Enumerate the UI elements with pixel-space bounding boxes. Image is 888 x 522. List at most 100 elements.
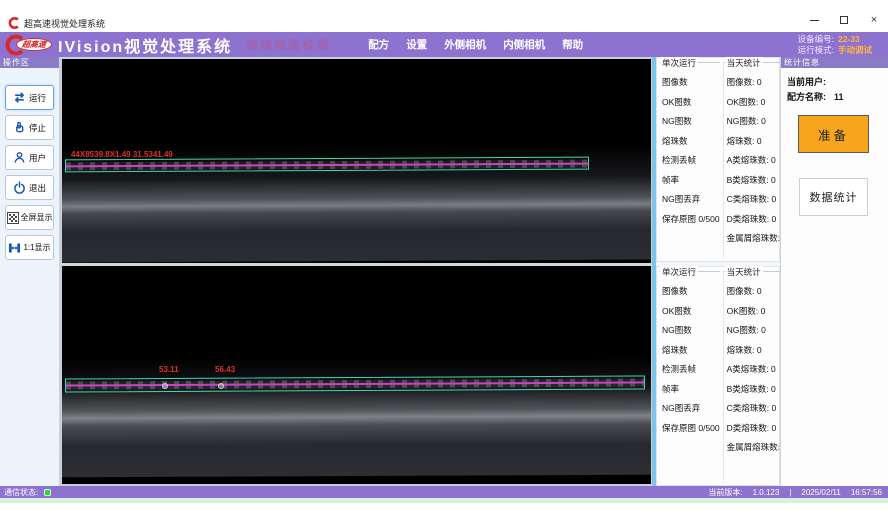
menu-outer-camera[interactable]: 外侧相机	[444, 37, 486, 52]
status-separator: |	[789, 488, 791, 497]
stat-row: B类熔珠数: 0	[724, 380, 787, 400]
version-label: 当前版本:	[708, 487, 742, 498]
stat-row: NG图数: 0	[724, 321, 787, 341]
stat-row: B类熔珠数: 0	[724, 171, 787, 191]
exit-button[interactable]: 退出	[5, 175, 54, 200]
version-value: 1.0.123	[753, 488, 780, 497]
close-button[interactable]: ×	[866, 13, 882, 27]
menu-help[interactable]: 帮助	[562, 37, 583, 52]
brand-badge: 超高速	[16, 38, 52, 51]
stat-row: A类熔珠数: 0	[724, 360, 787, 380]
stat-row: OK图数: 0	[724, 93, 787, 113]
bottom-edge-strip	[0, 498, 888, 503]
stat-row: A类熔珠数: 0	[724, 151, 787, 171]
maximize-button[interactable]	[836, 13, 852, 27]
one-to-one-icon	[8, 242, 21, 254]
stat-row: 熔珠数: 0	[724, 132, 787, 152]
single-run-group-top: 单次运行 图像数OK图数NG图数熔珠数检测丢帧帧率NG图丢弃保存原图 0/500	[659, 62, 720, 259]
point-label-1: 53.11	[159, 365, 179, 374]
today-stats-title: 当天统计	[725, 266, 763, 278]
stat-row: OK图数: 0	[724, 302, 787, 322]
current-user-label: 当前用户:	[787, 75, 826, 90]
run-button[interactable]: 运行	[5, 85, 54, 110]
device-id-value: 22-33	[838, 34, 880, 45]
operation-sidebar: 操作区 运行 停止 用户 退出 全屏显示	[0, 57, 60, 486]
one-to-one-button[interactable]: 1:1显示	[5, 235, 54, 260]
stat-row: 金属屑熔珠数: 0	[724, 229, 787, 249]
fullscreen-button[interactable]: 全屏显示	[5, 205, 54, 230]
window-titlebar: 超高速视觉处理系统 ×	[0, 0, 888, 32]
prepare-button[interactable]: 准备	[798, 115, 869, 153]
weld-strip-image-bottom	[62, 357, 651, 478]
today-stats-group-top: 当天统计 图像数: 0OK图数: 0NG图数: 0熔珠数: 0A类熔珠数: 0B…	[723, 62, 787, 259]
stat-row: C类熔珠数: 0	[724, 399, 787, 419]
minimize-button[interactable]	[806, 13, 822, 27]
stat-row: 金属屑熔珠数: 0	[724, 438, 787, 458]
app-window: 超高速视觉处理系统 × 超高速 IVision视觉处理系统 熔珠端面检测 配方 …	[0, 0, 888, 522]
menu-settings[interactable]: 设置	[406, 37, 427, 52]
statistics-column: 单次运行 图像数OK图数NG图数熔珠数检测丢帧帧率NG图丢弃保存原图 0/500…	[656, 57, 780, 486]
camera-view-bottom[interactable]: 53.11 56.43	[62, 266, 651, 484]
brand-logo: 超高速	[4, 34, 52, 56]
stat-row: NG图数	[659, 321, 720, 341]
stat-row: 保存原图 0/500	[659, 210, 720, 230]
info-panel-title: 统计信息	[781, 57, 888, 68]
app-subtitle: 熔珠端面检测	[246, 36, 330, 53]
defect-marker-2	[218, 383, 224, 389]
run-cycle-icon	[13, 91, 26, 104]
recipe-name-label: 配方名称:	[787, 90, 826, 105]
single-run-title: 单次运行	[660, 57, 698, 69]
stat-row: 图像数	[659, 282, 720, 302]
stat-row: D类熔珠数: 0	[724, 210, 787, 230]
hand-stop-icon	[13, 121, 26, 134]
single-run-group-bottom: 单次运行 图像数OK图数NG图数熔珠数检测丢帧帧率NG图丢弃保存原图 0/500	[659, 271, 720, 483]
today-stats-group-bottom: 当天统计 图像数: 0OK图数: 0NG图数: 0熔珠数: 0A类熔珠数: 0B…	[723, 271, 787, 483]
data-statistics-button[interactable]: 数据统计	[799, 178, 868, 216]
app-title: IVision视觉处理系统	[58, 33, 232, 57]
stat-row: 检测丢帧	[659, 360, 720, 380]
point-label-2: 56.43	[215, 365, 235, 374]
defect-marker-1	[162, 383, 168, 389]
stats-panel-bottom: 单次运行 图像数OK图数NG图数熔珠数检测丢帧帧率NG图丢弃保存原图 0/500…	[656, 266, 780, 486]
camera-view-top[interactable]: 44X8539.8X1.49 31.5341.49	[62, 59, 651, 263]
single-run-title: 单次运行	[660, 266, 698, 278]
stat-row: 保存原图 0/500	[659, 419, 720, 439]
stat-row: 检测丢帧	[659, 151, 720, 171]
stat-row: OK图数	[659, 93, 720, 113]
comm-status-indicator	[44, 489, 51, 496]
stat-row: 图像数	[659, 73, 720, 93]
stats-panel-top: 单次运行 图像数OK图数NG图数熔珠数检测丢帧帧率NG图丢弃保存原图 0/500…	[656, 57, 780, 262]
user-icon	[13, 151, 26, 164]
stat-row: 熔珠数	[659, 132, 720, 152]
stat-row: 熔珠数	[659, 341, 720, 361]
stat-row: D类熔珠数: 0	[724, 419, 787, 439]
app-header: 超高速 IVision视觉处理系统 熔珠端面检测 配方 设置 外侧相机 内侧相机…	[0, 32, 888, 57]
device-id-label: 设备编号:	[798, 34, 834, 45]
stat-row: NG图丢弃	[659, 190, 720, 210]
device-info: 设备编号: 22-33 运行模式: 手动调试	[798, 34, 880, 56]
camera-view-area: 44X8539.8X1.49 31.5341.49 53.11 56.43	[60, 57, 652, 486]
stat-row: 图像数: 0	[724, 73, 787, 93]
menu-inner-camera[interactable]: 内侧相机	[503, 37, 545, 52]
stat-row: C类熔珠数: 0	[724, 190, 787, 210]
recipe-name-value: 11	[834, 90, 844, 105]
measurement-annotation-top: 44X8539.8X1.49 31.5341.49	[71, 150, 173, 159]
stat-row: 帧率	[659, 380, 720, 400]
run-mode-label: 运行模式:	[798, 45, 834, 56]
app-icon	[8, 16, 20, 28]
status-time: 16:57:56	[851, 488, 882, 497]
comm-status-label: 通信状态:	[4, 487, 38, 498]
power-icon	[13, 181, 26, 194]
info-panel: 统计信息 当前用户: 配方名称: 11 准备 数据统计	[780, 57, 888, 486]
main-menu: 配方 设置 外侧相机 内侧相机 帮助	[368, 37, 583, 52]
stat-row: 图像数: 0	[724, 282, 787, 302]
stop-button[interactable]: 停止	[5, 115, 54, 140]
status-bar: 通信状态: 当前版本: 1.0.123 | 2025/02/11 16:57:5…	[0, 486, 888, 498]
user-button[interactable]: 用户	[5, 145, 54, 170]
run-mode-value: 手动调试	[838, 45, 880, 56]
sidebar-title: 操作区	[0, 57, 59, 68]
stat-row: 帧率	[659, 171, 720, 191]
today-stats-title: 当天统计	[725, 57, 763, 69]
menu-recipe[interactable]: 配方	[368, 37, 389, 52]
fullscreen-checker-icon	[7, 212, 19, 224]
